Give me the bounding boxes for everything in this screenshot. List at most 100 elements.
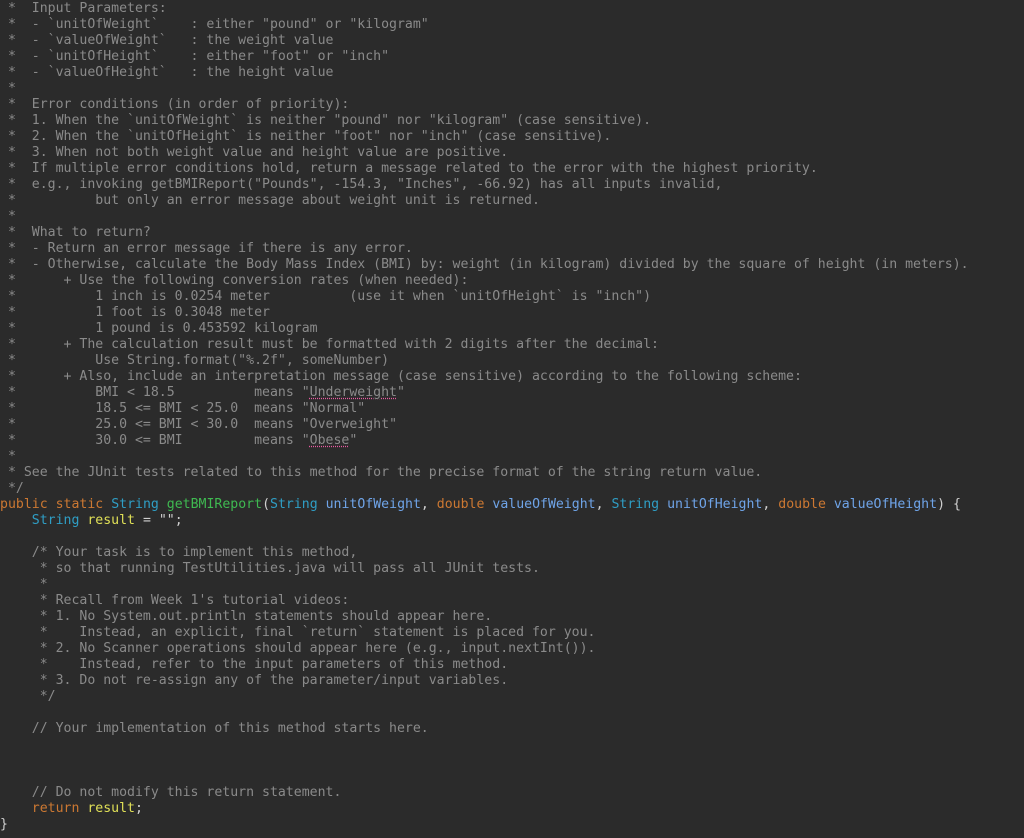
decl-var: result xyxy=(87,513,135,528)
param-type: double xyxy=(778,497,826,512)
method-name: getBMIReport xyxy=(166,497,263,512)
comment-text: * 1. No System.out.println statements sh… xyxy=(0,609,493,624)
return-type: String xyxy=(111,497,159,512)
comment-text: * See the JUnit tests related to this me… xyxy=(0,465,763,480)
javadoc-line[interactable]: * but only an error message about weight… xyxy=(0,193,540,209)
code-editor[interactable]: * Input Parameters: * - `unitOfWeight` :… xyxy=(0,0,1024,838)
javadoc-line[interactable]: * 3. When not both weight value and heig… xyxy=(0,145,508,161)
keyword-static: static xyxy=(55,497,104,512)
javadoc-line[interactable]: * - `unitOfWeight` : either "pound" or "… xyxy=(0,17,429,33)
quote-mark: " xyxy=(357,401,366,416)
block-comment-line[interactable]: * 1. No System.out.println statements sh… xyxy=(0,609,493,625)
param-type: String xyxy=(611,497,660,512)
comment-text: * so that running TestUtilities.java wil… xyxy=(0,561,540,576)
bmi-label-text: Overweight xyxy=(309,417,390,432)
block-comment-line[interactable]: * 2. No Scanner operations should appear… xyxy=(0,641,596,657)
comment-text: * e.g., invoking getBMIReport("Pounds", … xyxy=(0,177,723,192)
block-comment-line[interactable]: * so that running TestUtilities.java wil… xyxy=(0,561,540,577)
javadoc-line[interactable]: * Input Parameters: xyxy=(0,1,167,17)
block-comment-line[interactable]: * Instead, refer to the input parameters… xyxy=(0,657,508,673)
bmi-range-text: * 30.0 <= BMI means " xyxy=(0,433,310,448)
comment-text: * - `unitOfWeight` : either "pound" or "… xyxy=(0,17,429,32)
bmi-scheme-line[interactable]: * 25.0 <= BMI < 30.0 means "Overweight" xyxy=(0,417,397,433)
impl-comment-line[interactable]: // Your implementation of this method st… xyxy=(0,721,429,737)
return-comment-line[interactable]: // Do not modify this return statement. xyxy=(0,785,342,801)
block-comment-line[interactable]: */ xyxy=(0,689,56,705)
method-signature-line[interactable]: public static String getBMIReport(String… xyxy=(0,497,961,513)
block-comment-line[interactable]: * Recall from Week 1's tutorial videos: xyxy=(0,593,350,609)
comma: , xyxy=(762,497,779,512)
decl-type: String xyxy=(31,513,80,528)
comment-text: * Instead, an explicit, final `return` s… xyxy=(0,625,596,640)
comment-text: */ xyxy=(0,481,24,496)
javadoc-line[interactable]: */ xyxy=(0,481,24,497)
comment-text: * 1 foot is 0.3048 meter xyxy=(0,305,270,320)
comment-text: * 1 pound is 0.453592 kilogram xyxy=(0,321,318,336)
quote-mark: " xyxy=(349,433,358,448)
javadoc-line[interactable]: * e.g., invoking getBMIReport("Pounds", … xyxy=(0,177,723,193)
comment-text: * - `valueOfHeight` : the height value xyxy=(0,65,334,80)
block-comment-line[interactable]: /* Your task is to implement this method… xyxy=(0,545,358,561)
return-line[interactable]: return result; xyxy=(0,801,143,817)
comment-text: * 3. When not both weight value and heig… xyxy=(0,145,509,160)
bmi-label-text: Underweight xyxy=(309,385,397,400)
javadoc-line[interactable]: * 1. When the `unitOfWeight` is neither … xyxy=(0,113,651,129)
javadoc-line[interactable]: * - `valueOfWeight` : the weight value xyxy=(0,33,334,49)
javadoc-line[interactable]: * - Otherwise, calculate the Body Mass I… xyxy=(0,257,969,273)
javadoc-line[interactable]: * Error conditions (in order of priority… xyxy=(0,97,349,113)
bmi-label-text: Obese xyxy=(309,433,350,448)
javadoc-line[interactable]: * xyxy=(0,81,16,97)
comment-text: * xyxy=(0,81,16,96)
bmi-scheme-line[interactable]: * 30.0 <= BMI means "Obese" xyxy=(0,433,357,449)
comment-text: * xyxy=(0,449,16,464)
javadoc-line[interactable]: * See the JUnit tests related to this me… xyxy=(0,465,762,481)
closing-brace: } xyxy=(0,817,8,832)
comment-text: * xyxy=(0,209,16,224)
param-name: valueOfHeight xyxy=(833,497,938,512)
comment-text: * What to return? xyxy=(0,225,151,240)
javadoc-line[interactable]: * If multiple error conditions hold, ret… xyxy=(0,161,818,177)
result-declaration-line[interactable]: String result = ""; xyxy=(0,513,183,529)
comment-text: * Input Parameters: xyxy=(0,1,167,16)
quote-mark: " xyxy=(389,417,398,432)
block-comment-line[interactable]: * Instead, an explicit, final `return` s… xyxy=(0,625,596,641)
return-var: result xyxy=(87,801,135,816)
comment-text: * - `valueOfWeight` : the weight value xyxy=(0,33,334,48)
bmi-scheme-line[interactable]: * BMI < 18.5 means "Underweight" xyxy=(0,385,405,401)
bmi-scheme-line[interactable]: * 18.5 <= BMI < 25.0 means "Normal" xyxy=(0,401,365,417)
javadoc-line[interactable]: * - `valueOfHeight` : the height value xyxy=(0,65,334,81)
javadoc-line[interactable]: * + Use the following conversion rates (… xyxy=(0,273,469,289)
javadoc-line[interactable]: * 1 inch is 0.0254 meter (use it when `u… xyxy=(0,289,651,305)
bmi-label-text: Normal xyxy=(309,401,358,416)
comment-text: * Use String.format("%.2f", someNumber) xyxy=(0,353,390,368)
comment-text: * xyxy=(0,577,48,592)
javadoc-line[interactable]: * Use String.format("%.2f", someNumber) xyxy=(0,353,389,369)
javadoc-line[interactable]: * 2. When the `unitOfHeight` is neither … xyxy=(0,129,611,145)
paren: ( xyxy=(262,497,271,512)
keyword-return: return xyxy=(31,801,80,816)
javadoc-line[interactable]: * xyxy=(0,449,16,465)
javadoc-line[interactable]: * What to return? xyxy=(0,225,151,241)
param-name: unitOfHeight xyxy=(667,497,763,512)
decl-rest: = ""; xyxy=(135,513,183,528)
javadoc-line[interactable]: * + Also, include an interpretation mess… xyxy=(0,369,802,385)
comment-text: */ xyxy=(0,689,56,704)
comment-text: * but only an error message about weight… xyxy=(0,193,540,208)
comment-text: // Do not modify this return statement. xyxy=(0,785,342,800)
javadoc-line[interactable]: * + The calculation result must be forma… xyxy=(0,337,659,353)
block-comment-line[interactable]: * xyxy=(0,577,48,593)
javadoc-line[interactable]: * xyxy=(0,209,16,225)
javadoc-line[interactable]: * 1 pound is 0.453592 kilogram xyxy=(0,321,318,337)
closing-brace-line[interactable]: } xyxy=(0,817,8,833)
block-comment-line[interactable]: * 3. Do not re-assign any of the paramet… xyxy=(0,673,508,689)
javadoc-line[interactable]: * 1 foot is 0.3048 meter xyxy=(0,305,270,321)
comma: , xyxy=(595,497,612,512)
javadoc-line[interactable]: * - `unitOfHeight` : either "foot" or "i… xyxy=(0,49,389,65)
comment-text: * 2. No Scanner operations should appear… xyxy=(0,641,596,656)
javadoc-line[interactable]: * - Return an error message if there is … xyxy=(0,241,413,257)
